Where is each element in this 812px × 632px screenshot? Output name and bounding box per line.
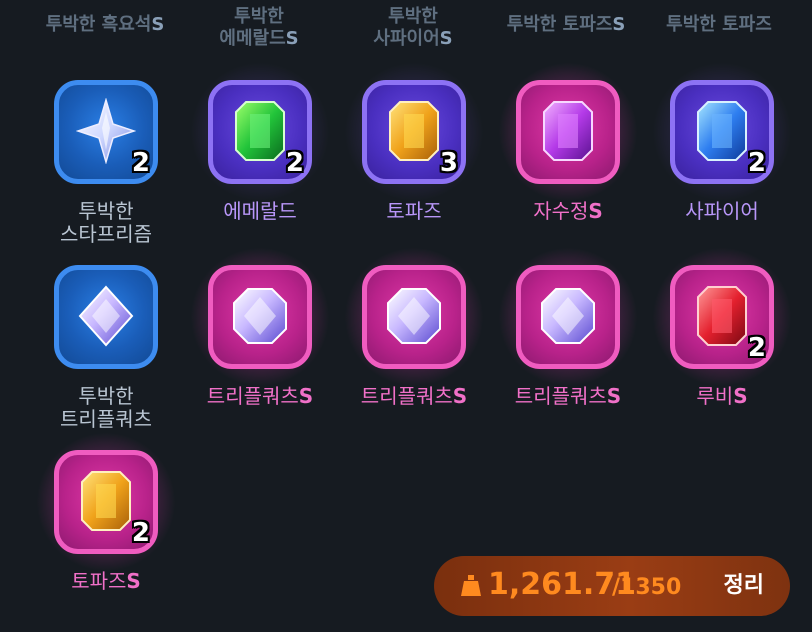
top-label-4: 투박한 토파즈S	[506, 14, 626, 35]
triple-quartz-gem-icon	[541, 288, 595, 344]
sort-button[interactable]: 정리	[724, 571, 764, 601]
item-name: 에메랄드	[223, 199, 297, 223]
inventory-slot-sapphire[interactable]: 2 사파이어	[652, 62, 792, 223]
emerald-gem-icon	[235, 101, 285, 161]
item-name: 트리플쿼츠S	[514, 384, 622, 408]
amethyst-gem-icon	[543, 101, 593, 161]
star-prism-gem-icon	[76, 98, 136, 164]
inventory-slot-amethyst[interactable]: 자수정S	[498, 62, 638, 223]
item-count: 2	[747, 333, 766, 363]
item-count: 2	[285, 148, 304, 178]
inventory-slot-star-prism[interactable]: 2 투박한 스타프리즘	[54, 80, 158, 246]
inventory-slot-triple-quartz-rough[interactable]: 투박한 트리플쿼츠	[54, 265, 158, 431]
inventory-slot-ruby[interactable]: 2 루비S	[652, 247, 792, 408]
top-label-2: 투박한 에메랄드S	[219, 6, 299, 49]
inventory-slot-topaz-s[interactable]: 2 토파즈S	[36, 432, 176, 593]
item-name: 루비S	[696, 384, 748, 408]
inventory-slot-topaz[interactable]: 3 토파즈	[344, 62, 484, 223]
item-count: 3	[439, 148, 458, 178]
inventory-slot-triple-quartz-3[interactable]: 트리플쿼츠S	[498, 247, 638, 408]
top-label-1: 투박한 흑요석S	[45, 14, 165, 35]
item-name: 투박한 스타프리즘	[60, 199, 152, 246]
item-name: 사파이어	[685, 199, 759, 223]
inventory-slot-triple-quartz-1[interactable]: 트리플쿼츠S	[190, 247, 330, 408]
ruby-gem-icon	[697, 286, 747, 346]
item-name: 토파즈S	[71, 569, 141, 593]
item-count: 2	[747, 148, 766, 178]
item-name: 자수정S	[533, 199, 603, 223]
item-count: 2	[131, 518, 150, 548]
item-name: 토파즈	[386, 199, 442, 223]
triple-quartz-gem-icon	[233, 288, 287, 344]
top-label-3: 투박한 사파이어S	[373, 6, 453, 49]
sapphire-gem-icon	[697, 101, 747, 161]
inventory-weight-bar: 1,261.71 /1350 정리	[434, 556, 790, 616]
triple-quartz-gem-icon	[78, 285, 134, 347]
item-name: 트리플쿼츠S	[360, 384, 468, 408]
weight-max: /1350	[612, 575, 682, 600]
inventory-slot-emerald[interactable]: 2 에메랄드	[190, 62, 330, 223]
previous-row-labels: 투박한 흑요석S 투박한 에메랄드S 투박한 사파이어S 투박한 토파즈S 투박…	[0, 0, 812, 60]
topaz-gem-icon	[81, 471, 131, 531]
topaz-gem-icon	[389, 101, 439, 161]
item-name: 트리플쿼츠S	[206, 384, 314, 408]
item-name: 투박한 트리플쿼츠	[60, 384, 152, 431]
item-count: 2	[131, 148, 150, 178]
top-label-5: 투박한 토파즈	[666, 14, 772, 35]
triple-quartz-gem-icon	[387, 288, 441, 344]
weight-bag-icon	[461, 575, 481, 596]
inventory-slot-triple-quartz-2[interactable]: 트리플쿼츠S	[344, 247, 484, 408]
